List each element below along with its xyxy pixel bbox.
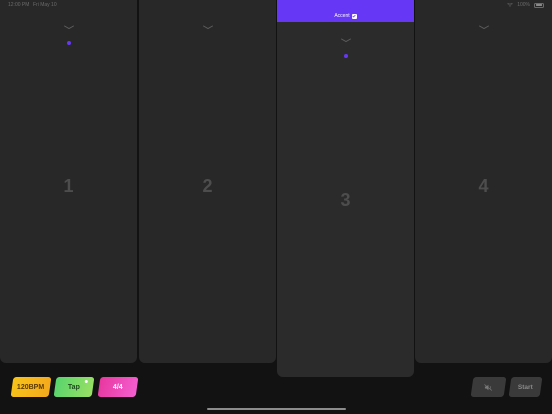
checkbox-checked-icon[interactable] [351,13,357,19]
bpm-label: 120BPM [17,383,45,391]
bpm-button[interactable]: 120BPM [10,377,52,397]
status-right: 100% [507,2,544,8]
beat-indicator-dot [66,41,71,45]
beat-column-2[interactable]: 2 [139,0,276,363]
tap-button[interactable]: Tap [53,377,95,397]
home-indicator[interactable] [207,408,346,410]
start-label: Start [518,383,533,391]
battery-percent: 100% [517,2,530,8]
time-signature-button[interactable]: 4/4 [97,377,139,397]
beat-column-4[interactable]: 4 [415,0,552,363]
chevron-down-icon[interactable] [202,25,213,30]
beat-indicator-dot [343,54,348,58]
tap-indicator-dot [84,380,88,383]
status-time: 12:00 PM [8,2,30,8]
status-date: Fri May 10 [33,2,57,8]
wifi-icon [507,3,513,7]
start-button[interactable]: Start [508,377,543,397]
chevron-down-icon[interactable] [478,25,489,30]
beat-number: 2 [202,176,213,196]
chevron-down-icon[interactable] [340,38,351,43]
beat-column-1[interactable]: 1 [0,0,137,363]
beat-column-3[interactable]: Accent 3 [277,0,414,377]
metronome-screen: 12:00 PM Fri May 10 100% 1 2 Accent 3 4 … [0,0,552,414]
accent-toggle[interactable]: Accent [334,13,357,19]
speaker-mute-icon [484,383,493,391]
status-bar: 12:00 PM Fri May 10 100% [0,0,552,10]
battery-icon [534,2,544,8]
beat-number: 3 [340,190,351,210]
chevron-down-icon[interactable] [63,25,74,30]
mute-button[interactable] [470,377,507,397]
beat-number: 4 [478,176,489,196]
accent-label: Accent [334,13,350,19]
beat-number: 1 [63,176,74,196]
tap-label: Tap [68,383,80,391]
time-signature-label: 4/4 [113,383,123,391]
